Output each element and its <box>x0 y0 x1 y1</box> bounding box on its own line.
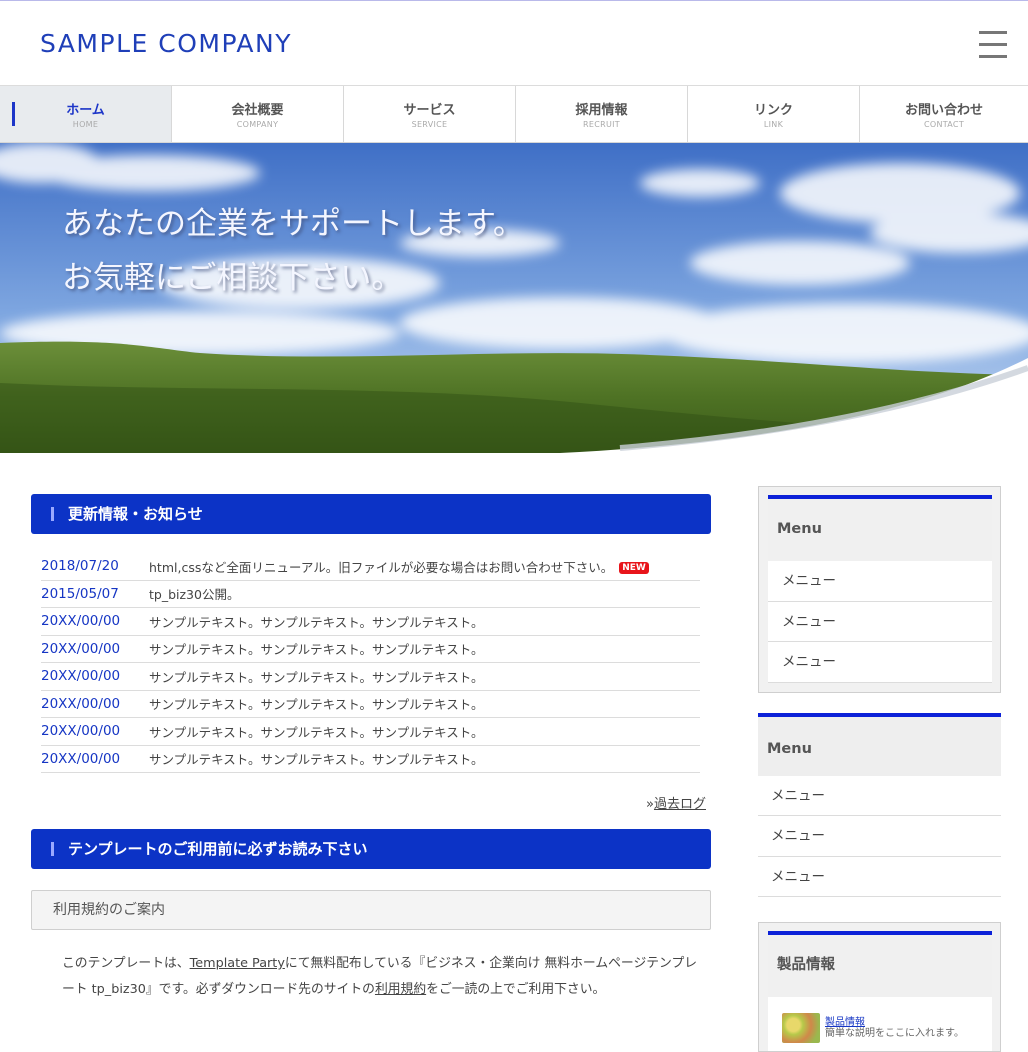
nav-label: 会社概要 <box>231 103 284 118</box>
news-row: 20XX/00/00 サンプルテキスト。サンプルテキスト。サンプルテキスト。 <box>41 691 700 718</box>
nav-sublabel: LINK <box>763 120 784 129</box>
news-row: 20XX/00/00 サンプルテキスト。サンプルテキスト。サンプルテキスト。 <box>41 663 700 691</box>
nav-sublabel: RECRUIT <box>583 120 620 129</box>
sidebar-menu-box-2: Menu メニュー メニュー メニュー <box>758 713 1001 897</box>
sidebar-menu-item[interactable]: メニュー <box>758 816 1001 857</box>
sidebar-menu-box-1: Menu メニュー メニュー メニュー <box>758 486 1001 693</box>
site-logo[interactable]: SAMPLE COMPANY <box>40 29 292 58</box>
hero-line-2: お気軽にご相談下さい。 <box>62 260 403 296</box>
nav-item-company[interactable]: 会社概要 COMPANY <box>172 86 344 142</box>
news-row: 20XX/00/00 サンプルテキスト。サンプルテキスト。サンプルテキスト。 <box>41 608 700 636</box>
news-text: tp_biz30公開。 <box>149 587 240 603</box>
double-chevron-right-icon: » <box>646 797 654 812</box>
sidebar-menu-title: Menu <box>758 713 1001 776</box>
news-date: 20XX/00/00 <box>41 640 121 657</box>
news-text: サンプルテキスト。サンプルテキスト。サンプルテキスト。 <box>149 642 484 658</box>
news-date: 20XX/00/00 <box>41 695 121 712</box>
news-text: サンプルテキスト。サンプルテキスト。サンプルテキスト。 <box>149 724 484 740</box>
sidebar-menu-title: Menu <box>768 495 992 561</box>
nav-item-link[interactable]: リンク LINK <box>688 86 860 142</box>
nav-label: サービス <box>403 103 456 118</box>
nav-label: ホーム <box>66 103 105 118</box>
nav-item-contact[interactable]: お問い合わせ CONTACT <box>860 86 1028 142</box>
sidebar-product-box: 製品情報 製品情報 簡単な説明をここに入れます。 <box>758 922 1001 1052</box>
hero-catchphrase: あなたの企業をサポートします。 お気軽にご相談下さい。 <box>62 197 524 305</box>
news-row: 20XX/00/00 サンプルテキスト。サンプルテキスト。サンプルテキスト。 <box>41 746 700 773</box>
hero-banner: あなたの企業をサポートします。 お気軽にご相談下さい。 <box>0 143 1028 453</box>
sidebar-menu-item[interactable]: メニュー <box>758 856 1001 897</box>
past-log: »過去ログ <box>646 793 706 812</box>
site-header: SAMPLE COMPANY <box>0 0 1028 86</box>
news-row: 2015/05/07 tp_biz30公開。 <box>41 581 700 608</box>
new-badge: NEW <box>619 562 649 575</box>
news-date: 20XX/00/00 <box>41 613 121 630</box>
hero-line-1: あなたの企業をサポートします。 <box>62 206 524 242</box>
terms-paragraph: このテンプレートは、Template Partyにて無料配布している『ビジネス・… <box>62 956 698 997</box>
sidebar-product-title: 製品情報 <box>768 931 992 997</box>
news-row: 20XX/00/00 サンプルテキスト。サンプルテキスト。サンプルテキスト。 <box>41 636 700 663</box>
nav-sublabel: SERVICE <box>411 120 448 129</box>
nav-label: お問い合わせ <box>904 103 983 118</box>
nav-sublabel: HOME <box>72 120 99 129</box>
product-item[interactable]: 製品情報 簡単な説明をここに入れます。 <box>782 1013 992 1043</box>
news-text: サンプルテキスト。サンプルテキスト。サンプルテキスト。 <box>149 614 484 630</box>
news-text: サンプルテキスト。サンプルテキスト。サンプルテキスト。 <box>149 697 484 713</box>
sidebar-menu-item[interactable]: メニュー <box>768 561 992 602</box>
product-description: 簡単な説明をここに入れます。 <box>825 1028 964 1039</box>
nav-sublabel: COMPANY <box>236 120 279 129</box>
nav-item-home[interactable]: ホーム HOME <box>0 86 172 142</box>
notice-heading: テンプレートのご利用前に必ずお読み下さい <box>31 829 711 869</box>
news-list: 2018/07/20 html,cssなど全面リニューアル。旧ファイルが必要な場… <box>41 553 700 773</box>
sidebar-menu-item[interactable]: メニュー <box>758 776 1001 817</box>
nav-item-service[interactable]: サービス SERVICE <box>344 86 516 142</box>
news-row: 20XX/00/00 サンプルテキスト。サンプルテキスト。サンプルテキスト。 <box>41 718 700 746</box>
past-log-link[interactable]: 過去ログ <box>654 797 706 812</box>
terms-subheading: 利用規約のご案内 <box>31 890 711 930</box>
news-date: 20XX/00/00 <box>41 723 121 740</box>
nav-label: リンク <box>753 103 793 118</box>
news-heading: 更新情報・お知らせ <box>31 494 711 534</box>
nav-label: 採用情報 <box>575 103 628 118</box>
news-date: 2015/05/07 <box>41 585 119 602</box>
news-date: 20XX/00/00 <box>41 668 121 685</box>
product-thumbnail <box>782 1013 820 1043</box>
news-date: 20XX/00/00 <box>41 750 121 767</box>
news-text: サンプルテキスト。サンプルテキスト。サンプルテキスト。 <box>149 752 484 768</box>
nav-sublabel: CONTACT <box>923 120 965 129</box>
news-text: サンプルテキスト。サンプルテキスト。サンプルテキスト。 <box>149 669 484 685</box>
terms-link[interactable]: 利用規約 <box>375 982 426 997</box>
news-date: 2018/07/20 <box>41 558 119 575</box>
nav-item-recruit[interactable]: 採用情報 RECRUIT <box>516 86 688 142</box>
template-party-link[interactable]: Template Party <box>190 956 285 971</box>
hamburger-menu-icon[interactable] <box>979 31 1007 58</box>
news-text: html,cssなど全面リニューアル。旧ファイルが必要な場合はお問い合わせ下さい… <box>149 557 649 576</box>
sidebar-menu-item[interactable]: メニュー <box>768 642 992 683</box>
sidebar-menu-item[interactable]: メニュー <box>768 601 992 642</box>
main-nav: ホーム HOME 会社概要 COMPANY サービス SERVICE 採用情報 … <box>0 86 1028 143</box>
news-row: 2018/07/20 html,cssなど全面リニューアル。旧ファイルが必要な場… <box>41 553 700 581</box>
